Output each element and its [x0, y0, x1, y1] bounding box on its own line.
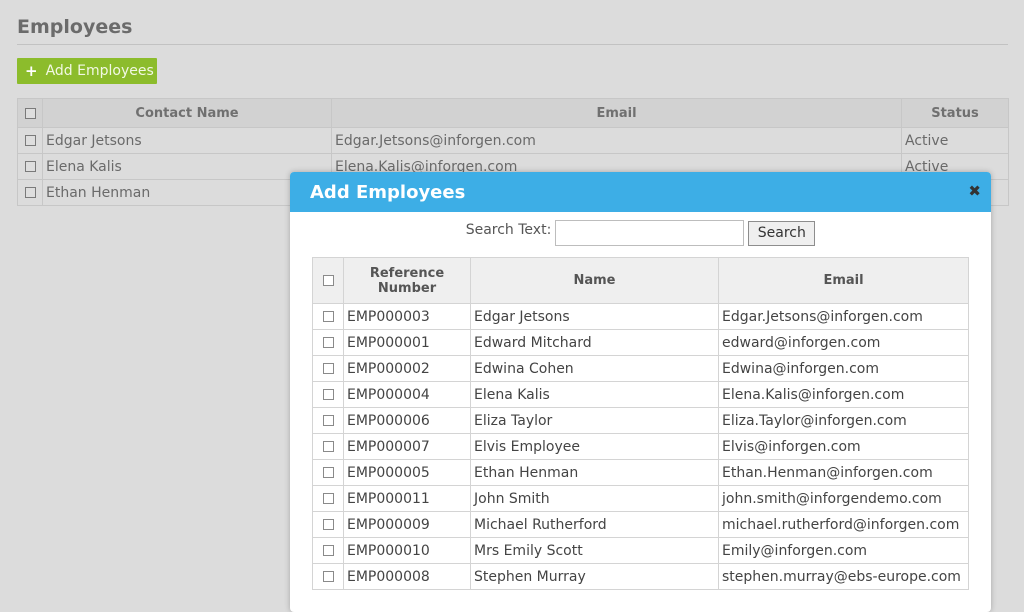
employee-picker-table: Reference Number Name Email EMP000003 Edg…: [312, 257, 969, 590]
page-title: Employees: [17, 16, 1008, 45]
table-row: EMP000003 Edgar Jetsons Edgar.Jetsons@info…: [312, 303, 969, 330]
employee-email: Emily@inforgen.com: [718, 537, 969, 564]
employee-name: Stephen Murray: [470, 563, 719, 590]
row-checkbox[interactable]: [322, 389, 334, 400]
reference-number: EMP000006: [343, 407, 471, 434]
header-contact-name[interactable]: Contact Name: [42, 98, 332, 128]
row-checkbox[interactable]: [322, 493, 334, 504]
row-checkbox[interactable]: [322, 571, 334, 582]
reference-number: EMP000011: [343, 485, 471, 512]
row-checkbox[interactable]: [322, 337, 334, 348]
employee-email: stephen.murray@ebs-europe.com: [718, 563, 969, 590]
employee-email: Edgar.Jetsons@inforgen.com: [718, 303, 969, 330]
add-employees-modal: Add Employees ✖ Search Text: Search Refe…: [290, 172, 991, 612]
row-checkbox[interactable]: [24, 135, 36, 146]
employee-name: Edwina Cohen: [470, 355, 719, 382]
row-checkbox[interactable]: [322, 545, 334, 556]
employee-name: Michael Rutherford: [470, 511, 719, 538]
table-row: EMP000008 Stephen Murray stephen.murray@eb…: [312, 563, 969, 590]
table-row: EMP000001 Edward Mitchard edward@inforgen.…: [312, 329, 969, 356]
contact-status: Active: [901, 127, 1009, 154]
modal-title: Add Employees: [310, 181, 466, 203]
header-reference-number[interactable]: Reference Number: [343, 257, 471, 304]
add-employees-button[interactable]: + Add Employees: [17, 58, 157, 84]
employee-name: Edgar Jetsons: [470, 303, 719, 330]
reference-number: EMP000002: [343, 355, 471, 382]
table-row: Edgar Jetsons Edgar.Jetsons@inforgen.com…: [17, 127, 1009, 154]
employee-email: Eliza.Taylor@inforgen.com: [718, 407, 969, 434]
select-all-header: [17, 98, 43, 128]
contact-name: Edgar Jetsons: [42, 127, 332, 154]
row-checkbox[interactable]: [24, 187, 36, 198]
employee-email: john.smith@inforgendemo.com: [718, 485, 969, 512]
table-row: EMP000009 Michael Rutherford michael.ruthe…: [312, 511, 969, 538]
reference-number: EMP000007: [343, 433, 471, 460]
reference-number: EMP000005: [343, 459, 471, 486]
add-employees-label: Add Employees: [45, 63, 154, 79]
row-checkbox[interactable]: [322, 519, 334, 530]
search-row: Search Text: Search: [290, 220, 991, 246]
search-label: Search Text:: [465, 222, 552, 238]
table-row: EMP000007 Elvis Employee Elvis@inforgen.co…: [312, 433, 969, 460]
table-header-row: Reference Number Name Email: [312, 257, 969, 304]
reference-number: EMP000003: [343, 303, 471, 330]
employee-email: edward@inforgen.com: [718, 329, 969, 356]
header-email[interactable]: Email: [718, 257, 969, 304]
employee-name: Edward Mitchard: [470, 329, 719, 356]
search-input[interactable]: [555, 220, 745, 246]
row-checkbox[interactable]: [322, 311, 334, 322]
employee-name: Elvis Employee: [470, 433, 719, 460]
close-icon[interactable]: ✖: [968, 182, 981, 200]
employee-email: michael.rutherford@inforgen.com: [718, 511, 969, 538]
reference-number: EMP000008: [343, 563, 471, 590]
reference-number: EMP000010: [343, 537, 471, 564]
employee-email: Ethan.Henman@inforgen.com: [718, 459, 969, 486]
employee-email: Elvis@inforgen.com: [718, 433, 969, 460]
employee-name: Mrs Emily Scott: [470, 537, 719, 564]
table-row: EMP000002 Edwina Cohen Edwina@inforgen.com: [312, 355, 969, 382]
contact-name: Elena Kalis: [42, 153, 332, 180]
table-row: EMP000005 Ethan Henman Ethan.Henman@inforg…: [312, 459, 969, 486]
modal-header: Add Employees ✖: [290, 172, 991, 212]
row-checkbox[interactable]: [24, 161, 36, 172]
reference-number: EMP000009: [343, 511, 471, 538]
employee-name: Eliza Taylor: [470, 407, 719, 434]
modal-table-body: EMP000003 Edgar Jetsons Edgar.Jetsons@info…: [312, 303, 969, 590]
select-all-checkbox[interactable]: [322, 275, 334, 286]
header-name[interactable]: Name: [470, 257, 719, 304]
contact-email: Edgar.Jetsons@inforgen.com: [331, 127, 902, 154]
plus-icon: +: [25, 62, 38, 80]
row-checkbox[interactable]: [322, 441, 334, 452]
employee-name: John Smith: [470, 485, 719, 512]
table-row: EMP000010 Mrs Emily Scott Emily@inforgen.c…: [312, 537, 969, 564]
row-checkbox[interactable]: [322, 415, 334, 426]
table-row: EMP000011 John Smith john.smith@inforgende…: [312, 485, 969, 512]
table-header-row: Contact Name Email Status: [17, 98, 1009, 128]
reference-number: EMP000001: [343, 329, 471, 356]
search-button[interactable]: Search: [748, 220, 816, 246]
table-row: EMP000004 Elena Kalis Elena.Kalis@inforgen…: [312, 381, 969, 408]
row-checkbox[interactable]: [322, 363, 334, 374]
row-checkbox[interactable]: [322, 467, 334, 478]
employee-email: Elena.Kalis@inforgen.com: [718, 381, 969, 408]
header-status[interactable]: Status: [901, 98, 1009, 128]
table-row: EMP000006 Eliza Taylor Eliza.Taylor@inforg…: [312, 407, 969, 434]
select-all-checkbox[interactable]: [24, 107, 36, 119]
contact-name: Ethan Henman: [42, 179, 332, 206]
employee-email: Edwina@inforgen.com: [718, 355, 969, 382]
header-email[interactable]: Email: [331, 98, 902, 128]
employee-name: Elena Kalis: [470, 381, 719, 408]
employee-name: Ethan Henman: [470, 459, 719, 486]
reference-number: EMP000004: [343, 381, 471, 408]
select-all-header: [312, 257, 344, 304]
